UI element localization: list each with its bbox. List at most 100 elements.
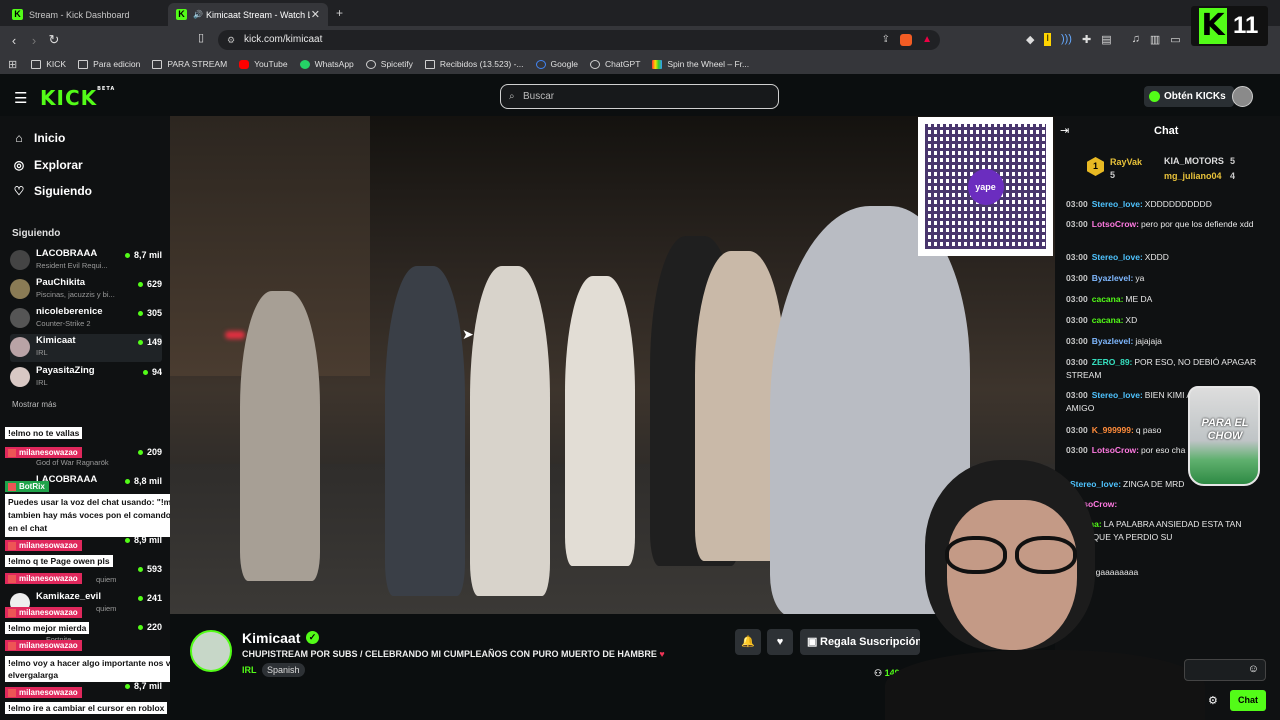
kick-logo[interactable]: KICKBETA (40, 86, 115, 110)
whatsapp-icon (299, 59, 310, 69)
avatar (10, 367, 30, 387)
chat-message: 03:00 cacana: ME DA (1066, 293, 1266, 306)
get-kicks-button[interactable]: Obtén KICKs (1144, 86, 1234, 107)
share-icon[interactable]: ⇪ (882, 30, 890, 50)
media-icon[interactable]: ♫ (1132, 33, 1140, 46)
sidebar-toggle-icon[interactable]: ▥ (1150, 33, 1160, 46)
bookmark-item[interactable]: KICK (31, 59, 66, 69)
kick-favicon-icon: K (176, 9, 187, 20)
search-input[interactable]: ⌕ Buscar (500, 84, 779, 109)
search-icon: ⌕ (509, 91, 515, 102)
chat-text: XD (1125, 315, 1138, 325)
video-person (240, 291, 320, 581)
sidebar-item-home[interactable]: ⌂ Inicio (12, 131, 65, 145)
bookmark-icon[interactable]: ▯ (198, 31, 204, 44)
bookmark-item[interactable]: YouTube (239, 59, 288, 69)
menu-icon[interactable]: ☰ (14, 89, 27, 107)
chat-username[interactable]: K_999999: (1092, 425, 1134, 435)
chat-timestamp: 03:00 (1066, 273, 1088, 283)
video-person (565, 276, 635, 566)
url-text: kick.com/kimicaat (244, 34, 323, 45)
extension-icon[interactable]: ▤ (1101, 33, 1111, 46)
apps-icon[interactable]: ⊞ (8, 58, 17, 71)
followed-channel[interactable]: PayasitaZing IRL 94 (10, 364, 162, 392)
yape-logo: yape (967, 168, 1004, 205)
chat-username[interactable]: Stereo_love: (1092, 199, 1143, 209)
glasses-icon (1015, 536, 1077, 574)
channel-name[interactable]: Kimicaat (242, 630, 300, 646)
bookmark-item[interactable]: Spicetify (365, 59, 413, 69)
rewards-icon[interactable]: ▲ (922, 30, 932, 50)
reload-icon[interactable]: ↻ (44, 32, 64, 48)
gifter-count: 5 (1230, 156, 1236, 166)
mail-icon (424, 59, 435, 69)
avatar (10, 279, 30, 299)
folder-icon (78, 59, 89, 69)
stream-category[interactable]: IRL (242, 665, 257, 675)
send-chat-button[interactable]: Chat (1230, 690, 1266, 711)
follow-button[interactable]: ♥ (767, 629, 793, 655)
overlay-chat-user: milanesowazao (5, 447, 82, 458)
followed-channel-active[interactable]: Kimicaat IRL 149 (10, 334, 162, 362)
sidebar-item-following[interactable]: ♡ Siguiendo (12, 184, 92, 198)
chat-username[interactable]: LotsoCrow: (1092, 219, 1139, 229)
chat-text: XDDD (1144, 252, 1169, 262)
bookmark-item[interactable]: WhatsApp (299, 59, 354, 69)
tab-label: Stream - Kick Dashboard (29, 9, 130, 20)
tip-jar-text: PARA EL CHOW (1201, 417, 1249, 442)
channel-avatar[interactable] (190, 630, 232, 672)
tab-stream[interactable]: K 🔊 Kimicaat Stream - Watch Live ✕ (168, 3, 328, 26)
settings-gear-icon[interactable]: ⚙ (1208, 694, 1218, 707)
wallet-icon[interactable]: ▭ (1170, 33, 1180, 46)
chat-timestamp: 03:00 (1066, 425, 1088, 435)
address-bar[interactable]: ⚙ kick.com/kimicaat ⇪ ▲ (218, 30, 940, 50)
bookmark-item[interactable]: Para edicion (78, 59, 140, 69)
emoji-icon[interactable]: ☺ (1248, 663, 1259, 675)
followed-channel[interactable]: LACOBRAAA Resident Evil Requi... 8,7 mil (10, 247, 162, 275)
chat-title: Chat (1154, 125, 1179, 137)
chat-timestamp: 03:00 (1066, 294, 1088, 304)
forward-icon[interactable]: › (24, 33, 44, 48)
puzzle-icon[interactable]: ✚ (1082, 33, 1091, 46)
bookmark-item[interactable]: Recibidos (13.523) -... (424, 59, 524, 69)
collapse-chat-icon[interactable]: ⇥ (1060, 124, 1069, 137)
bookmark-item[interactable]: PARA STREAM (152, 59, 227, 69)
bookmarks-bar: ⊞ KICK Para edicion PARA STREAM YouTube … (0, 54, 1280, 74)
chat-username[interactable]: Stereo_love: (1092, 252, 1143, 262)
bookmark-item[interactable]: ChatGPT (589, 59, 640, 69)
chat-username[interactable]: Stereo_love: (1092, 390, 1143, 400)
gifter-name[interactable]: mg_juliano04 (1164, 171, 1222, 181)
bell-icon: 🔔 (741, 636, 755, 648)
site-info-icon[interactable]: ⚙ (227, 30, 235, 50)
brave-shield-icon[interactable] (900, 34, 912, 46)
heart-emoji-icon: ♥ (659, 649, 665, 659)
extension-icon[interactable]: I (1044, 33, 1051, 46)
new-tab-icon[interactable]: + (336, 6, 343, 20)
show-more-link[interactable]: Mostrar más (12, 400, 56, 409)
sidebar-item-explore[interactable]: ◎ Explorar (12, 158, 83, 172)
chat-username[interactable]: Byazlevel: (1092, 273, 1134, 283)
followed-channel[interactable]: nicoleberenice Counter-Strike 2 305 (10, 305, 162, 333)
chat-username[interactable]: cacana: (1092, 294, 1124, 304)
chat-username[interactable]: cacana: (1092, 315, 1124, 325)
back-icon[interactable]: ‹ (4, 33, 24, 48)
chat-message: 03:00 Stereo_love: XDDD (1066, 251, 1266, 264)
chat-input[interactable]: ☺ (1184, 659, 1266, 681)
chat-username[interactable]: Byazlevel: (1092, 336, 1134, 346)
tab-dashboard[interactable]: K Stream - Kick Dashboard (4, 3, 166, 26)
gifter-name[interactable]: RayVak (1110, 157, 1142, 167)
extension-icon[interactable]: ◆ (1026, 33, 1034, 46)
user-avatar[interactable] (1232, 86, 1253, 107)
language-tag[interactable]: Spanish (262, 663, 305, 677)
bookmark-item[interactable]: Google (535, 59, 578, 69)
browser-tab-bar: K Stream - Kick Dashboard K 🔊 Kimicaat S… (0, 0, 1280, 26)
gifter-name[interactable]: KIA_MOTORS (1164, 156, 1224, 166)
youtube-icon (239, 59, 250, 69)
notification-bell-button[interactable]: 🔔 (735, 629, 761, 655)
extension-icon[interactable]: ))) (1061, 33, 1072, 46)
chat-username[interactable]: ZERO_89: (1092, 357, 1133, 367)
followed-channel[interactable]: PauChikita Piscinas, jacuzzis y bi... 629 (10, 276, 162, 304)
close-tab-icon[interactable]: ✕ (311, 8, 320, 21)
chat-text: XDDDDDDDDDD (1144, 199, 1212, 209)
bookmark-item[interactable]: Spin the Wheel – Fr... (652, 59, 749, 69)
